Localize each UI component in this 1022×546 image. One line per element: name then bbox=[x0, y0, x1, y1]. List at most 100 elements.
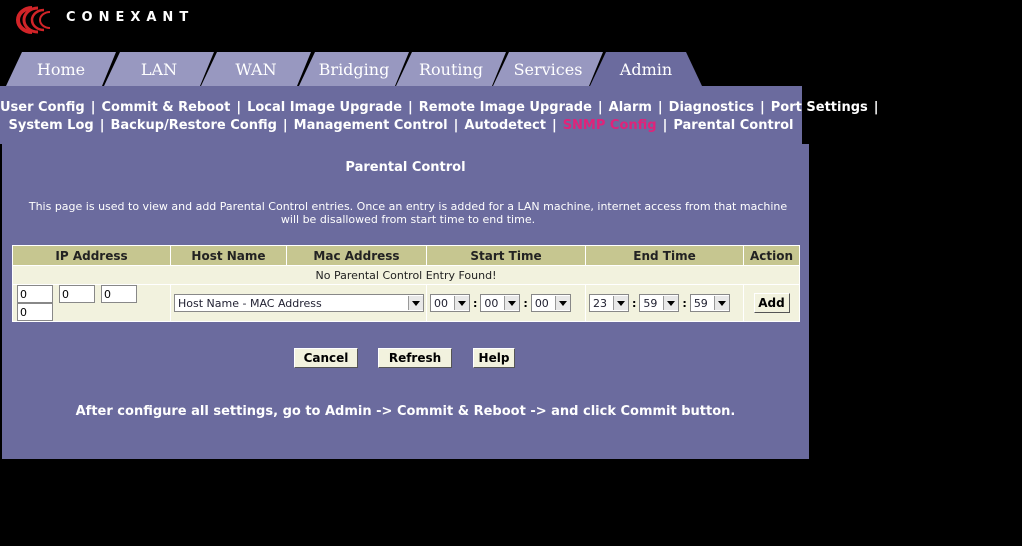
tab-label: Services bbox=[513, 60, 583, 79]
col-ip-address: IP Address bbox=[13, 246, 170, 265]
host-select-value: Host Name - MAC Address bbox=[178, 296, 322, 310]
host-cell: Host Name - MAC Address bbox=[171, 285, 426, 321]
tab-label: Routing bbox=[418, 60, 484, 79]
chevron-down-icon bbox=[408, 296, 423, 310]
page-title: Parental Control bbox=[345, 160, 466, 175]
start-hour-value: 00 bbox=[434, 296, 448, 310]
submenu-user-config[interactable]: User Config bbox=[0, 100, 85, 115]
submenu-separator: | bbox=[662, 118, 668, 133]
submenu-snmp-config[interactable]: SNMP Config bbox=[563, 118, 657, 133]
tab-home[interactable]: Home bbox=[6, 52, 116, 86]
start-time-cell: 00:00:00 bbox=[427, 285, 585, 321]
main-tabs: Home LAN WAN Bridging Routing Services A… bbox=[0, 52, 740, 86]
empty-message: No Parental Control Entry Found! bbox=[13, 266, 799, 284]
parental-control-table: IP Address Host Name Mac Address Start T… bbox=[12, 245, 800, 322]
end-hour-value: 23 bbox=[593, 296, 607, 310]
submenu-separator: | bbox=[657, 100, 663, 115]
ip-octet-3-input[interactable] bbox=[101, 285, 137, 303]
help-button[interactable]: Help bbox=[473, 348, 515, 368]
cancel-button[interactable]: Cancel bbox=[294, 348, 358, 368]
tab-label: Bridging bbox=[318, 60, 390, 79]
table-row: No Parental Control Entry Found! bbox=[13, 266, 799, 284]
refresh-button[interactable]: Refresh bbox=[378, 348, 452, 368]
submenu-separator: | bbox=[551, 118, 557, 133]
table-header-row: IP Address Host Name Mac Address Start T… bbox=[13, 246, 799, 265]
end-second-select[interactable]: 59 bbox=[689, 294, 730, 312]
conexant-logo: CONEXANT bbox=[4, 4, 194, 36]
submenu-local-image-upgrade[interactable]: Local Image Upgrade bbox=[247, 100, 402, 115]
submenu-alarm[interactable]: Alarm bbox=[609, 100, 652, 115]
submenu-port-settings[interactable]: Port Settings bbox=[771, 100, 868, 115]
submenu-separator: | bbox=[90, 100, 96, 115]
time-separator: : bbox=[473, 296, 478, 310]
col-start-time: Start Time bbox=[427, 246, 585, 265]
ip-octet-2-input[interactable] bbox=[59, 285, 95, 303]
tab-label: Admin bbox=[619, 60, 673, 79]
action-buttons: Cancel Refresh Help bbox=[2, 348, 809, 368]
submenu-separator: | bbox=[99, 118, 105, 133]
time-separator: : bbox=[632, 296, 637, 310]
tab-label: WAN bbox=[235, 60, 277, 79]
tab-routing[interactable]: Routing bbox=[396, 52, 506, 86]
tab-bridging[interactable]: Bridging bbox=[299, 52, 409, 86]
submenu-diagnostics[interactable]: Diagnostics bbox=[669, 100, 754, 115]
tab-label: LAN bbox=[140, 60, 178, 79]
ip-cell bbox=[13, 285, 170, 321]
chevron-down-icon bbox=[554, 296, 570, 310]
submenu-management-control[interactable]: Management Control bbox=[294, 118, 448, 133]
end-time-cell: 23:59:59 bbox=[586, 285, 743, 321]
page-description: This page is used to view and add Parent… bbox=[8, 200, 808, 226]
chevron-down-icon bbox=[663, 296, 679, 310]
ip-octet-4-input[interactable] bbox=[17, 303, 53, 321]
col-end-time: End Time bbox=[586, 246, 743, 265]
ip-octet-1-input[interactable] bbox=[17, 285, 53, 303]
submenu-separator: | bbox=[597, 100, 603, 115]
admin-submenu: User Config | Commit & Reboot | Local Image … bbox=[0, 86, 879, 144]
submenu-row-2: System Log | Backup/Restore Config | Managem… bbox=[0, 118, 802, 133]
end-minute-select[interactable]: 59 bbox=[639, 294, 680, 312]
content-panel: Parental Control This page is used to vi… bbox=[2, 144, 809, 459]
start-hour-select[interactable]: 00 bbox=[430, 294, 470, 312]
time-separator: : bbox=[523, 296, 528, 310]
action-cell: Add bbox=[744, 285, 799, 321]
submenu-parental-control[interactable]: Parental Control bbox=[673, 118, 793, 133]
commit-instruction: After configure all settings, go to Admi… bbox=[75, 404, 736, 419]
description-line-2: will be disallowed from start time to en… bbox=[280, 213, 536, 226]
submenu-row-1: User Config | Commit & Reboot | Local Image … bbox=[0, 100, 879, 115]
description-line-1: This page is used to view and add Parent… bbox=[28, 200, 788, 213]
col-mac-address: Mac Address bbox=[287, 246, 426, 265]
chevron-down-icon bbox=[454, 296, 469, 310]
submenu-separator: | bbox=[873, 100, 879, 115]
submenu-remote-image-upgrade[interactable]: Remote Image Upgrade bbox=[419, 100, 592, 115]
chevron-down-icon bbox=[504, 296, 520, 310]
end-hour-select[interactable]: 23 bbox=[589, 294, 629, 312]
tab-lan[interactable]: LAN bbox=[104, 52, 214, 86]
chevron-down-icon bbox=[713, 296, 729, 310]
submenu-separator: | bbox=[760, 100, 765, 115]
conexant-logo-mark-icon bbox=[16, 6, 51, 34]
host-name-select[interactable]: Host Name - MAC Address bbox=[174, 294, 424, 312]
end-minute-value: 59 bbox=[643, 296, 658, 310]
end-second-value: 59 bbox=[693, 296, 708, 310]
tab-services[interactable]: Services bbox=[493, 52, 603, 86]
submenu-separator: | bbox=[453, 118, 459, 133]
add-entry-row: Host Name - MAC Address 00:00:00 23:59:5… bbox=[13, 285, 799, 321]
start-second-select[interactable]: 00 bbox=[530, 294, 571, 312]
brand-name: CONEXANT bbox=[66, 9, 195, 25]
submenu-separator: | bbox=[236, 100, 242, 115]
submenu-autodetect[interactable]: Autodetect bbox=[464, 118, 546, 133]
time-separator: : bbox=[682, 296, 687, 310]
start-minute-value: 00 bbox=[484, 296, 499, 310]
tab-wan[interactable]: WAN bbox=[201, 52, 311, 86]
submenu-commit-reboot[interactable]: Commit & Reboot bbox=[101, 100, 230, 115]
tab-label: Home bbox=[36, 60, 86, 79]
add-button[interactable]: Add bbox=[753, 293, 790, 313]
chevron-down-icon bbox=[613, 296, 628, 310]
start-minute-select[interactable]: 00 bbox=[480, 294, 521, 312]
col-host-name: Host Name bbox=[171, 246, 286, 265]
submenu-system-log[interactable]: System Log bbox=[8, 118, 93, 133]
col-action: Action bbox=[744, 246, 799, 265]
submenu-separator: | bbox=[282, 118, 288, 133]
tab-admin[interactable]: Admin bbox=[590, 52, 702, 86]
submenu-backup-restore-config[interactable]: Backup/Restore Config bbox=[110, 118, 276, 133]
